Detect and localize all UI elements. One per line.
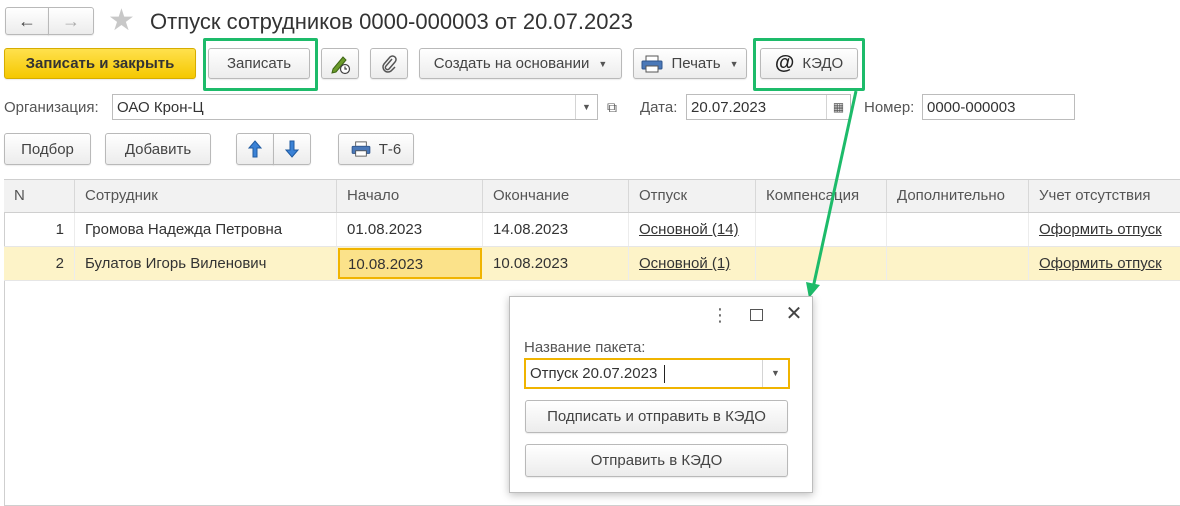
sign-and-send-button[interactable]: Подписать и отправить в КЭДО	[525, 400, 788, 433]
more-options-icon[interactable]: ⋮	[711, 306, 729, 326]
close-icon[interactable]: ✕	[784, 303, 804, 325]
text-cursor	[664, 365, 665, 383]
maximize-icon[interactable]	[750, 309, 763, 321]
kedo-package-popup: ⋮ ✕ Название пакета: Отпуск 20.07.2023 ▼…	[509, 296, 813, 493]
package-name-label: Название пакета:	[524, 339, 646, 356]
package-name-field[interactable]: Отпуск 20.07.2023 ▼	[524, 358, 790, 389]
dropdown-arrow-icon[interactable]: ▼	[762, 360, 788, 387]
send-button[interactable]: Отправить в КЭДО	[525, 444, 788, 477]
